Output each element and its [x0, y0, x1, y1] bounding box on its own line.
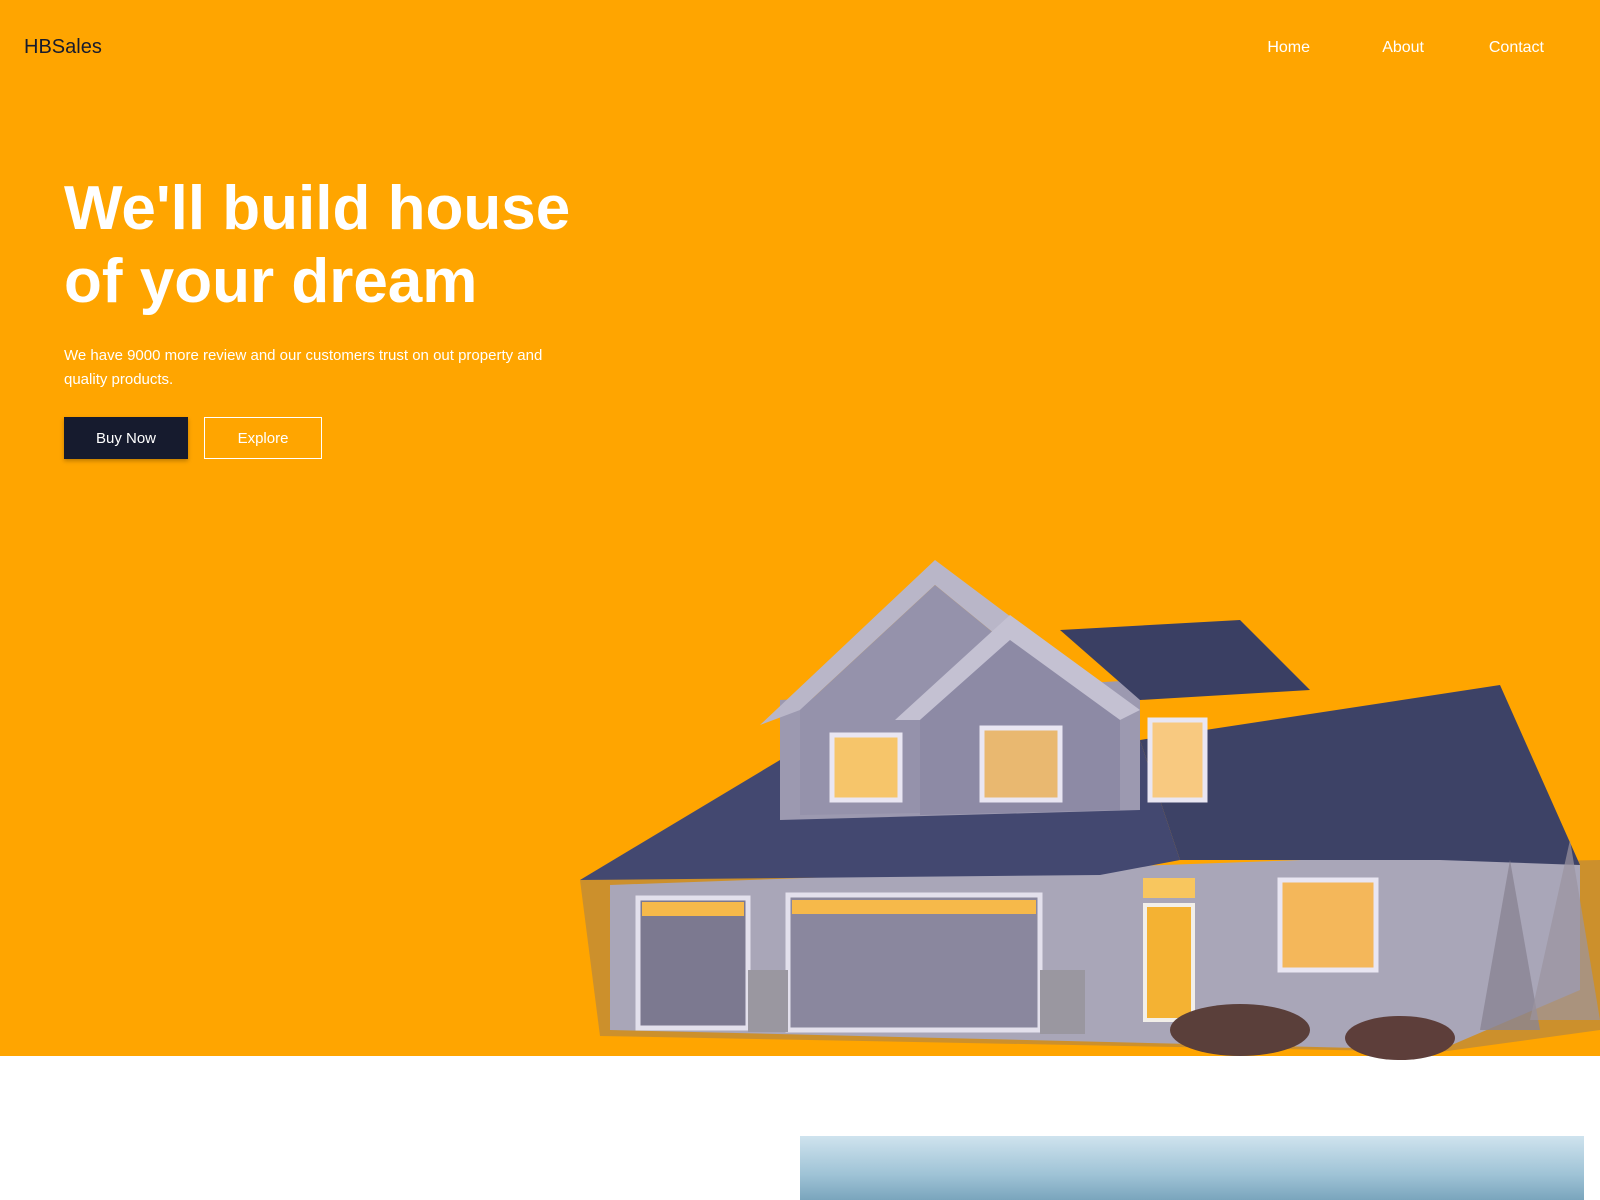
- buy-now-button[interactable]: Buy Now: [64, 417, 188, 459]
- property-photo: [800, 1136, 1584, 1200]
- hero-headline: We'll build house of your dream: [64, 172, 684, 318]
- nav-link-contact[interactable]: Contact: [1489, 37, 1544, 59]
- brand-logo[interactable]: HBSales: [24, 34, 102, 60]
- house-image: [580, 560, 1600, 1060]
- hero-subtitle: We have 9000 more review and our custome…: [64, 347, 543, 388]
- nav-link-home[interactable]: Home: [1267, 37, 1310, 59]
- headline-line-1: We'll build house: [64, 174, 571, 243]
- headline-line-2: of your dream: [64, 247, 478, 316]
- nav-link-about[interactable]: About: [1382, 37, 1424, 59]
- hero-section: HBSales Home About Contact We'll build h…: [0, 0, 1600, 1060]
- explore-button[interactable]: Explore: [204, 417, 322, 459]
